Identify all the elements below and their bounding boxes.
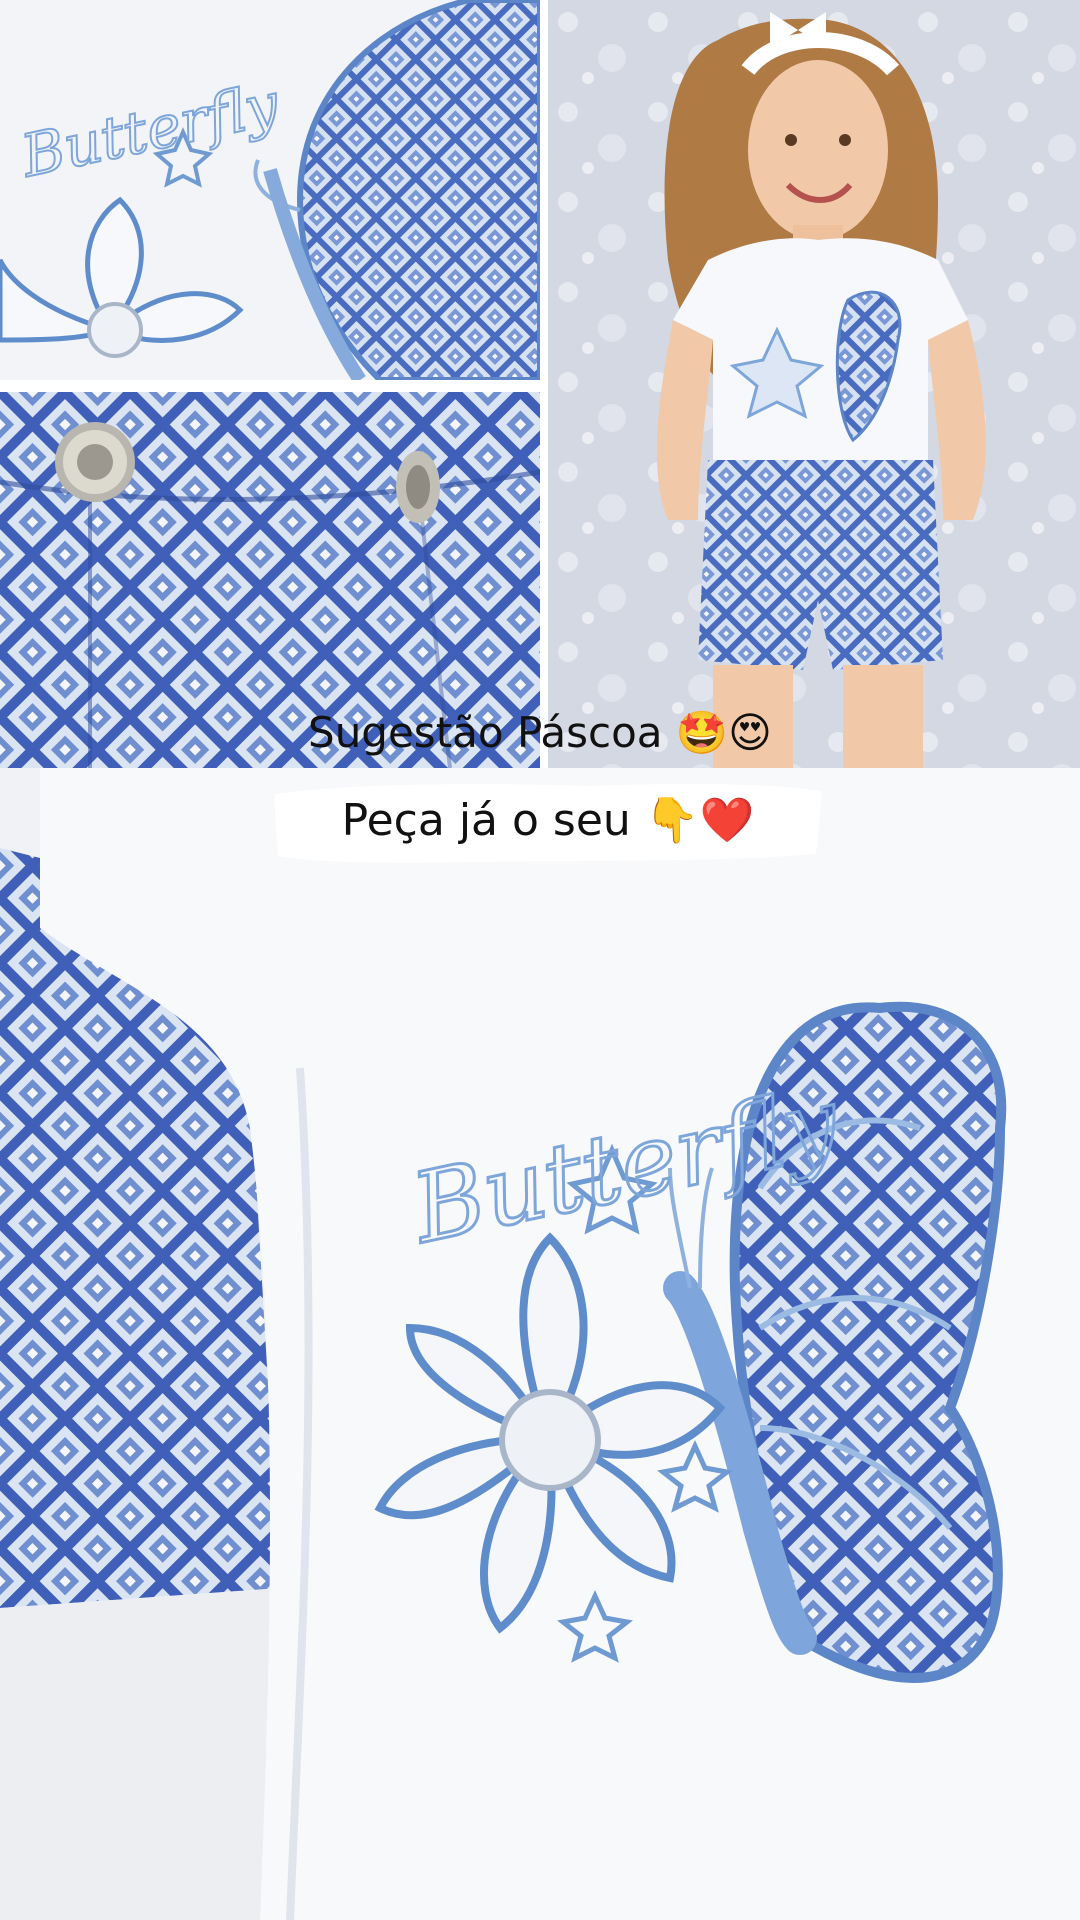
metal-button-icon	[55, 422, 135, 502]
tshirt-embroidery-photo: Butterfly	[0, 768, 1080, 1920]
model-wearing-outfit-photo	[548, 0, 1080, 768]
caption-line-2: Peça já o seu 👇❤️	[341, 795, 755, 846]
caption-line-1: Sugestão Páscoa 🤩😍	[308, 708, 772, 757]
collage-divider-horizontal	[0, 380, 540, 392]
collage-divider-vertical	[540, 0, 548, 768]
closeup-embroidery-photo: Butterfly	[0, 0, 540, 380]
metal-button-icon	[396, 451, 440, 523]
caption-line-2-highlight: Peça já o seu 👇❤️	[268, 776, 828, 868]
